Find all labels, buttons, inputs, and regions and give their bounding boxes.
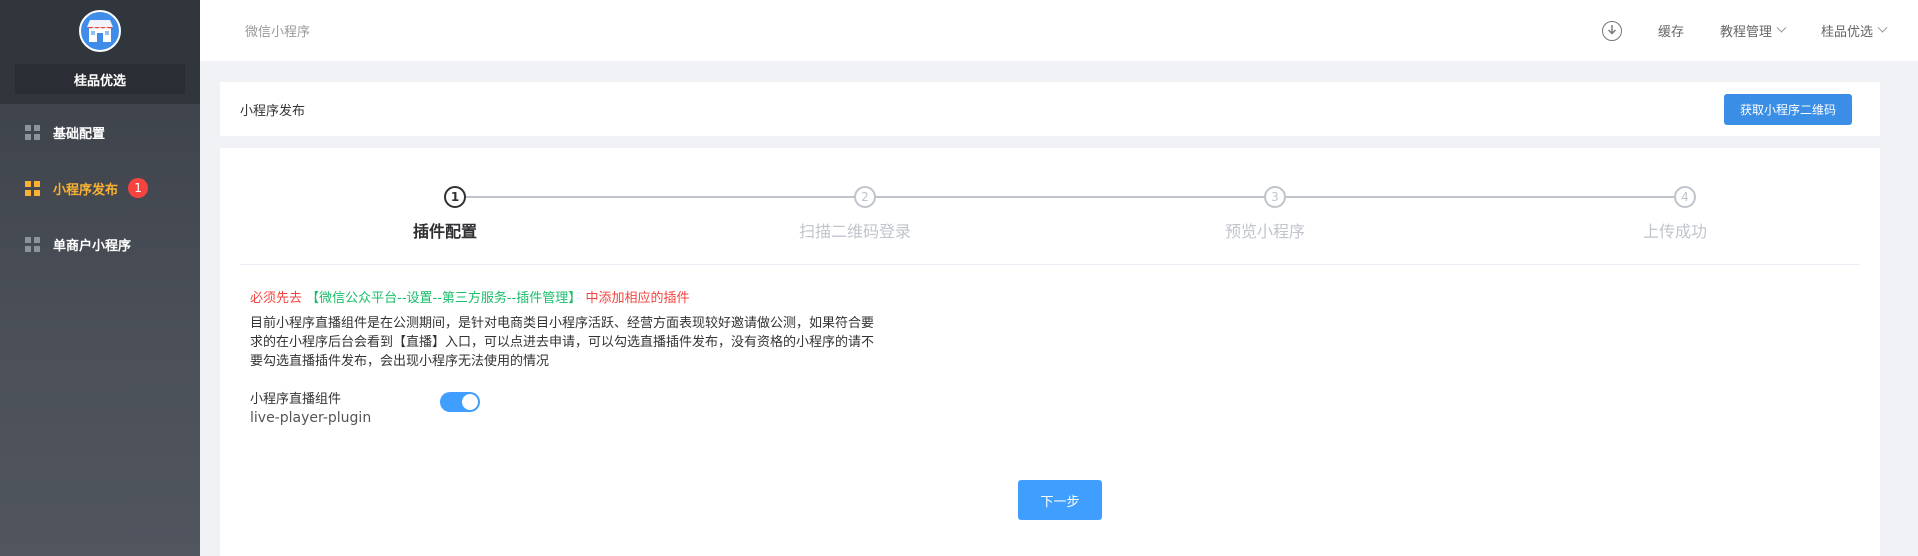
- step-connector: [464, 196, 874, 198]
- live-plugin-toggle[interactable]: [440, 392, 480, 412]
- plugin-notice: 必须先去 【微信公众平台--设置--第三方服务--插件管理】 中添加相应的插件: [250, 287, 689, 306]
- chevron-down-icon: [1877, 22, 1888, 33]
- notice-suffix: 中添加相应的插件: [585, 291, 690, 306]
- steps: 1 2 3 4 插件配置 扫描二维码登录 预览小程序 上传成功: [220, 186, 1880, 246]
- grid-icon: [25, 180, 40, 196]
- shop-name: 桂品优选: [15, 64, 185, 94]
- page-title: 小程序发布: [240, 103, 306, 119]
- store-logo-icon[interactable]: [79, 10, 121, 52]
- step-4-circle: 4: [1674, 186, 1696, 208]
- top-header: 微信小程序 缓存 教程管理 桂品优选: [200, 0, 1918, 61]
- live-plugin-description: 目前小程序直播组件是在公测期间，是针对电商类目小程序活跃、经营方面表现较好邀请做…: [250, 316, 875, 369]
- step-2-circle: 2: [854, 186, 876, 208]
- sidebar-item-basic-config[interactable]: 基础配置: [0, 104, 200, 160]
- sidebar-item-miniprogram-publish[interactable]: 小程序发布 1: [0, 160, 200, 216]
- title-panel: 小程序发布 获取小程序二维码: [220, 82, 1880, 136]
- get-qrcode-button[interactable]: 获取小程序二维码: [1724, 94, 1852, 125]
- sidebar-menu: 基础配置 小程序发布 1 单商户小程序: [0, 104, 200, 272]
- tutorial-dropdown[interactable]: 教程管理: [1719, 21, 1787, 40]
- breadcrumb: 微信小程序: [245, 25, 311, 40]
- user-label: 桂品优选: [1820, 25, 1873, 40]
- tutorial-label: 教程管理: [1719, 25, 1772, 40]
- step-2-label: 扫描二维码登录: [798, 222, 912, 241]
- logo-area: 桂品优选: [0, 0, 200, 104]
- grid-icon: [25, 236, 40, 252]
- sidebar-item-label: 单商户小程序: [53, 238, 132, 254]
- plugin-row: 小程序直播组件 live-player-plugin: [250, 390, 480, 428]
- sidebar-item-label: 基础配置: [53, 126, 106, 142]
- plugin-name: 小程序直播组件: [250, 392, 342, 407]
- step-3-label: 预览小程序: [1224, 222, 1306, 241]
- next-step-button[interactable]: 下一步: [1018, 480, 1102, 520]
- step-3-circle: 3: [1264, 186, 1286, 208]
- user-dropdown[interactable]: 桂品优选: [1820, 21, 1888, 40]
- step-1-circle: 1: [444, 186, 466, 208]
- grid-icon: [25, 124, 40, 140]
- download-icon: [1601, 20, 1622, 41]
- step-connector: [1284, 196, 1694, 198]
- header-actions: 缓存 教程管理 桂品优选: [1566, 20, 1918, 41]
- cache-button[interactable]: 缓存: [1658, 21, 1684, 40]
- sidebar: 桂品优选 基础配置 小程序发布 1 单商户小程序: [0, 0, 200, 556]
- toggle-knob: [462, 394, 478, 410]
- sidebar-item-label: 小程序发布: [53, 182, 119, 198]
- divider: [240, 264, 1860, 265]
- sidebar-item-single-merchant[interactable]: 单商户小程序: [0, 216, 200, 272]
- notification-badge: 1: [128, 178, 149, 198]
- notice-prefix: 必须先去: [250, 291, 303, 306]
- step-4-label: 上传成功: [1642, 222, 1708, 241]
- step-1-label: 插件配置: [412, 222, 478, 241]
- wechat-platform-link[interactable]: 【微信公众平台--设置--第三方服务--插件管理】: [306, 291, 581, 306]
- main-panel: 1 2 3 4 插件配置 扫描二维码登录 预览小程序 上传成功 必须先去 【微信…: [220, 148, 1880, 556]
- step-connector: [874, 196, 1284, 198]
- chevron-down-icon: [1776, 22, 1787, 33]
- plugin-id: live-player-plugin: [250, 410, 372, 426]
- download-button[interactable]: [1601, 20, 1622, 41]
